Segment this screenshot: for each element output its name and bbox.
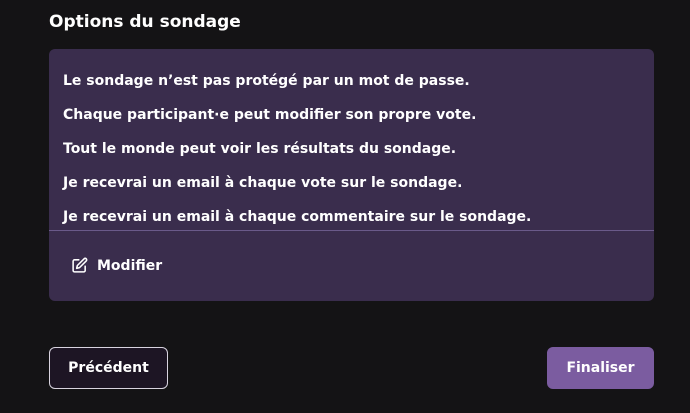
- option-edit-vote: Chaque participant·e peut modifier son p…: [63, 107, 477, 123]
- option-email-vote: Je recevrai un email à chaque vote sur l…: [63, 175, 463, 191]
- option-email-comment: Je recevrai un email à chaque commentair…: [63, 209, 532, 225]
- options-summary-card: Le sondage n’est pas protégé par un mot …: [49, 49, 654, 301]
- option-password: Le sondage n’est pas protégé par un mot …: [63, 73, 470, 89]
- section-title: Options du sondage: [49, 12, 241, 32]
- pencil-square-icon: [71, 257, 88, 274]
- options-list: Le sondage n’est pas protégé par un mot …: [49, 49, 654, 234]
- edit-options-button[interactable]: Modifier: [71, 257, 162, 274]
- poll-options-page: Options du sondage Le sondage n’est pas …: [0, 0, 690, 413]
- option-results-visibility: Tout le monde peut voir les résultats du…: [63, 141, 457, 157]
- card-divider: [49, 230, 654, 231]
- finish-button[interactable]: Finaliser: [547, 347, 654, 389]
- previous-button[interactable]: Précédent: [49, 347, 168, 389]
- edit-options-label: Modifier: [97, 257, 163, 274]
